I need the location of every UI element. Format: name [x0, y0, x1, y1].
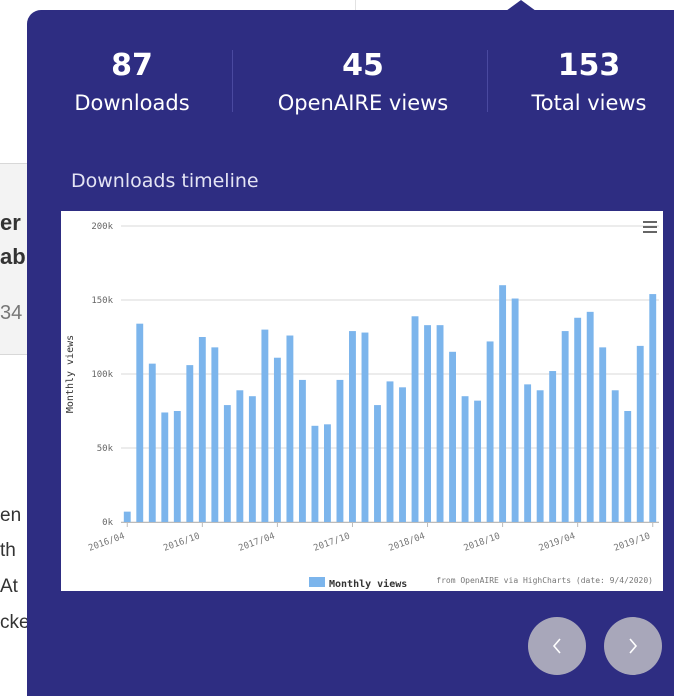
downloads-timeline-chart: 0k 50k 100k 150k 200k Monthly views 2016/04 201… [61, 211, 663, 591]
bar [636, 345, 644, 522]
bar [561, 331, 569, 522]
bar [574, 317, 582, 522]
previous-button[interactable] [528, 617, 586, 675]
bar [324, 424, 331, 522]
bar [123, 511, 131, 522]
x-tick-label: 2017/10 [312, 531, 351, 553]
background-text: 34 [0, 302, 23, 324]
bar [649, 294, 657, 522]
y-tick-label: 150k [91, 296, 113, 306]
total-views-stat: 153 Total views [519, 48, 659, 118]
bar [223, 405, 231, 522]
legend-label: Monthly views [329, 578, 407, 590]
y-tick-label: 0k [102, 518, 113, 528]
bar [449, 351, 456, 522]
stats-popup: 87 Downloads 45 OpenAIRE views 153 Total… [27, 10, 674, 696]
chevron-right-icon [629, 638, 638, 654]
bar [411, 316, 419, 522]
bar [349, 331, 356, 522]
bar [236, 390, 244, 522]
total-views-count: 153 [557, 48, 621, 83]
bar [148, 363, 156, 522]
y-tick-label: 200k [91, 222, 113, 232]
bar [211, 347, 219, 522]
y-tick-label: 100k [91, 370, 113, 380]
bar [499, 285, 507, 522]
next-button[interactable] [604, 617, 662, 675]
bar [273, 357, 281, 522]
bar [461, 396, 469, 522]
y-axis-label: Monthly views [65, 335, 76, 413]
hamburger-menu-icon[interactable] [643, 221, 657, 233]
openaire-views-stat: 45 OpenAIRE views [263, 48, 463, 118]
x-tick-label: 2019/04 [538, 531, 577, 553]
bar [399, 387, 406, 522]
chevron-left-icon [552, 638, 561, 654]
background-text: ab [0, 244, 26, 269]
background-text: er [0, 210, 21, 235]
bar [161, 412, 169, 522]
bar [586, 311, 594, 522]
bar [386, 381, 394, 522]
bar [261, 329, 269, 522]
bar [486, 341, 494, 522]
bar [424, 325, 431, 522]
bar [361, 332, 369, 522]
bar [286, 335, 294, 522]
timeline-title: Downloads timeline [71, 170, 259, 192]
downloads-stat: 87 Downloads [67, 48, 197, 118]
y-tick-label: 50k [97, 444, 114, 454]
openaire-views-count: 45 [342, 48, 384, 83]
x-tick-label: 2018/10 [463, 531, 502, 553]
x-tick-label: 2018/04 [387, 531, 426, 553]
background-text: cke [0, 612, 30, 633]
bar [186, 365, 194, 522]
bar [436, 325, 444, 522]
background-text: At [0, 576, 18, 597]
background-text: en [0, 505, 22, 526]
bar [336, 379, 344, 522]
x-tick-label: 2017/04 [237, 531, 276, 553]
openaire-views-label: OpenAIRE views [277, 91, 449, 115]
downloads-label: Downloads [74, 91, 190, 115]
legend-swatch [309, 577, 325, 587]
bar [173, 411, 181, 522]
stat-separator [232, 50, 233, 112]
bar [624, 411, 632, 522]
x-tick-label: 2019/10 [613, 531, 652, 553]
downloads-count: 87 [111, 48, 153, 83]
chart-credit: from OpenAIRE via HighCharts (date: 9/4/… [436, 576, 653, 585]
bar [198, 337, 206, 522]
bar [474, 400, 482, 522]
bar [298, 379, 306, 522]
bar [536, 390, 544, 522]
bar [549, 371, 557, 522]
x-tick-label: 2016/10 [162, 531, 201, 553]
bar [511, 298, 519, 522]
bar [611, 390, 619, 522]
bar [599, 347, 607, 522]
background-text: th [0, 540, 16, 561]
bar [311, 425, 319, 522]
chart-svg: 0k 50k 100k 150k 200k Monthly views 2016/04 201… [65, 222, 659, 590]
bar [248, 396, 256, 522]
x-tick-label: 2016/04 [87, 531, 126, 553]
bar [524, 384, 532, 522]
bar [136, 323, 144, 522]
bar [374, 405, 381, 522]
total-views-label: Total views [531, 91, 647, 115]
stat-separator [487, 50, 488, 112]
background-divider [355, 0, 356, 10]
